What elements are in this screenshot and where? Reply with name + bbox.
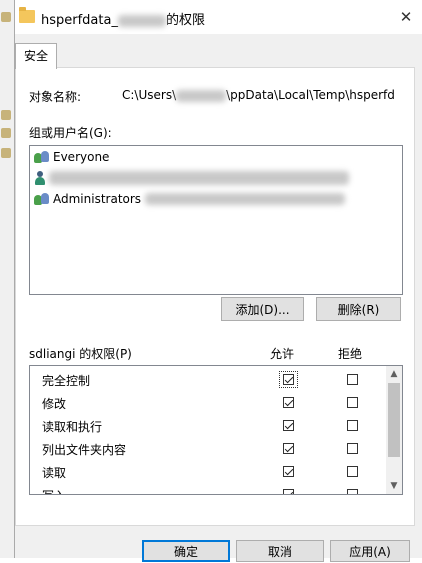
scroll-down-icon[interactable]: ▼ — [386, 478, 402, 494]
deny-checkbox[interactable] — [347, 420, 358, 431]
users-group-icon — [34, 192, 50, 206]
users-group-icon — [34, 150, 50, 164]
deny-header: 拒绝 — [338, 347, 363, 361]
permission-name: 读取 — [42, 466, 67, 480]
permission-row[interactable]: 读取和执行 — [30, 415, 385, 437]
redacted-group-detail — [145, 193, 346, 205]
redacted-user-name — [49, 171, 349, 185]
permissions-label: sdliangi 的权限(P) — [29, 347, 132, 361]
permission-row[interactable]: 写入 — [30, 484, 385, 494]
permission-name: 读取和执行 — [42, 420, 103, 434]
background-window-edge — [0, 0, 15, 558]
title-prefix: hsperfdata_ — [41, 13, 118, 28]
redacted-username — [117, 14, 166, 27]
permission-name: 修改 — [42, 397, 67, 411]
allow-checkbox[interactable] — [283, 420, 294, 431]
permission-row[interactable]: 列出文件夹内容 — [30, 438, 385, 460]
scroll-up-icon[interactable]: ▲ — [386, 366, 402, 382]
allow-header: 允许 — [270, 347, 295, 361]
background-icon — [1, 110, 11, 120]
permission-row[interactable]: 读取 — [30, 461, 385, 483]
group-user-list[interactable]: Everyone Administrators — [29, 145, 403, 295]
scrollbar[interactable]: ▲ ▼ — [386, 366, 402, 494]
list-item[interactable]: Everyone — [34, 147, 109, 167]
deny-checkbox[interactable] — [347, 489, 358, 494]
allow-checkbox[interactable] — [283, 443, 294, 454]
list-item[interactable]: Administrators — [34, 189, 346, 209]
group-name: Everyone — [53, 150, 110, 164]
allow-checkbox[interactable] — [283, 397, 294, 408]
scroll-thumb[interactable] — [388, 383, 400, 457]
permission-name: 列出文件夹内容 — [42, 443, 127, 457]
title-suffix: 的权限 — [165, 13, 205, 28]
object-path: C:\Users\ \ppData\Local\Temp\hsperfd — [122, 88, 395, 102]
permission-name: 写入 — [42, 487, 66, 494]
list-item[interactable] — [34, 168, 349, 188]
close-button[interactable]: ✕ — [395, 6, 417, 28]
permissions-dialog: hsperfdata_ 的权限 ✕ 安全 对象名称: C:\Users\ \ppDa… — [14, 0, 422, 558]
ok-button[interactable]: 确定 — [142, 540, 230, 562]
deny-checkbox[interactable] — [347, 466, 358, 477]
object-path-suffix: \ppData\Local\Temp\hsperfd — [226, 88, 395, 102]
group-list-label: 组或用户名(G): — [29, 126, 112, 140]
allow-checkbox[interactable] — [283, 374, 294, 385]
group-name: Administrators — [53, 192, 142, 206]
deny-checkbox[interactable] — [347, 397, 358, 408]
background-icon — [1, 12, 11, 22]
deny-checkbox[interactable] — [347, 374, 358, 385]
permission-row[interactable]: 完全控制 — [30, 369, 385, 391]
permission-row[interactable]: 修改 — [30, 392, 385, 414]
object-name-label: 对象名称: — [29, 90, 82, 104]
object-path-prefix: C:\Users\ — [122, 88, 177, 102]
redacted-path-part — [176, 89, 227, 102]
cancel-button[interactable]: 取消 — [236, 540, 324, 562]
background-icon — [1, 148, 11, 158]
allow-checkbox[interactable] — [283, 489, 294, 494]
permissions-list[interactable]: 完全控制修改读取和执行列出文件夹内容读取写入 ▲ ▼ — [29, 365, 403, 495]
remove-button[interactable]: 删除(R) — [316, 297, 401, 321]
tab-security[interactable]: 安全 — [15, 43, 57, 69]
allow-checkbox[interactable] — [283, 466, 294, 477]
deny-checkbox[interactable] — [347, 443, 358, 454]
window-title: hsperfdata_ 的权限 — [41, 9, 205, 28]
add-button[interactable]: 添加(D)... — [221, 297, 304, 321]
permission-name: 完全控制 — [42, 374, 91, 388]
folder-icon — [19, 7, 35, 23]
user-icon — [34, 171, 46, 185]
title-bar[interactable]: hsperfdata_ 的权限 ✕ — [15, 0, 422, 34]
background-icon — [1, 128, 11, 138]
apply-button[interactable]: 应用(A) — [330, 540, 410, 562]
